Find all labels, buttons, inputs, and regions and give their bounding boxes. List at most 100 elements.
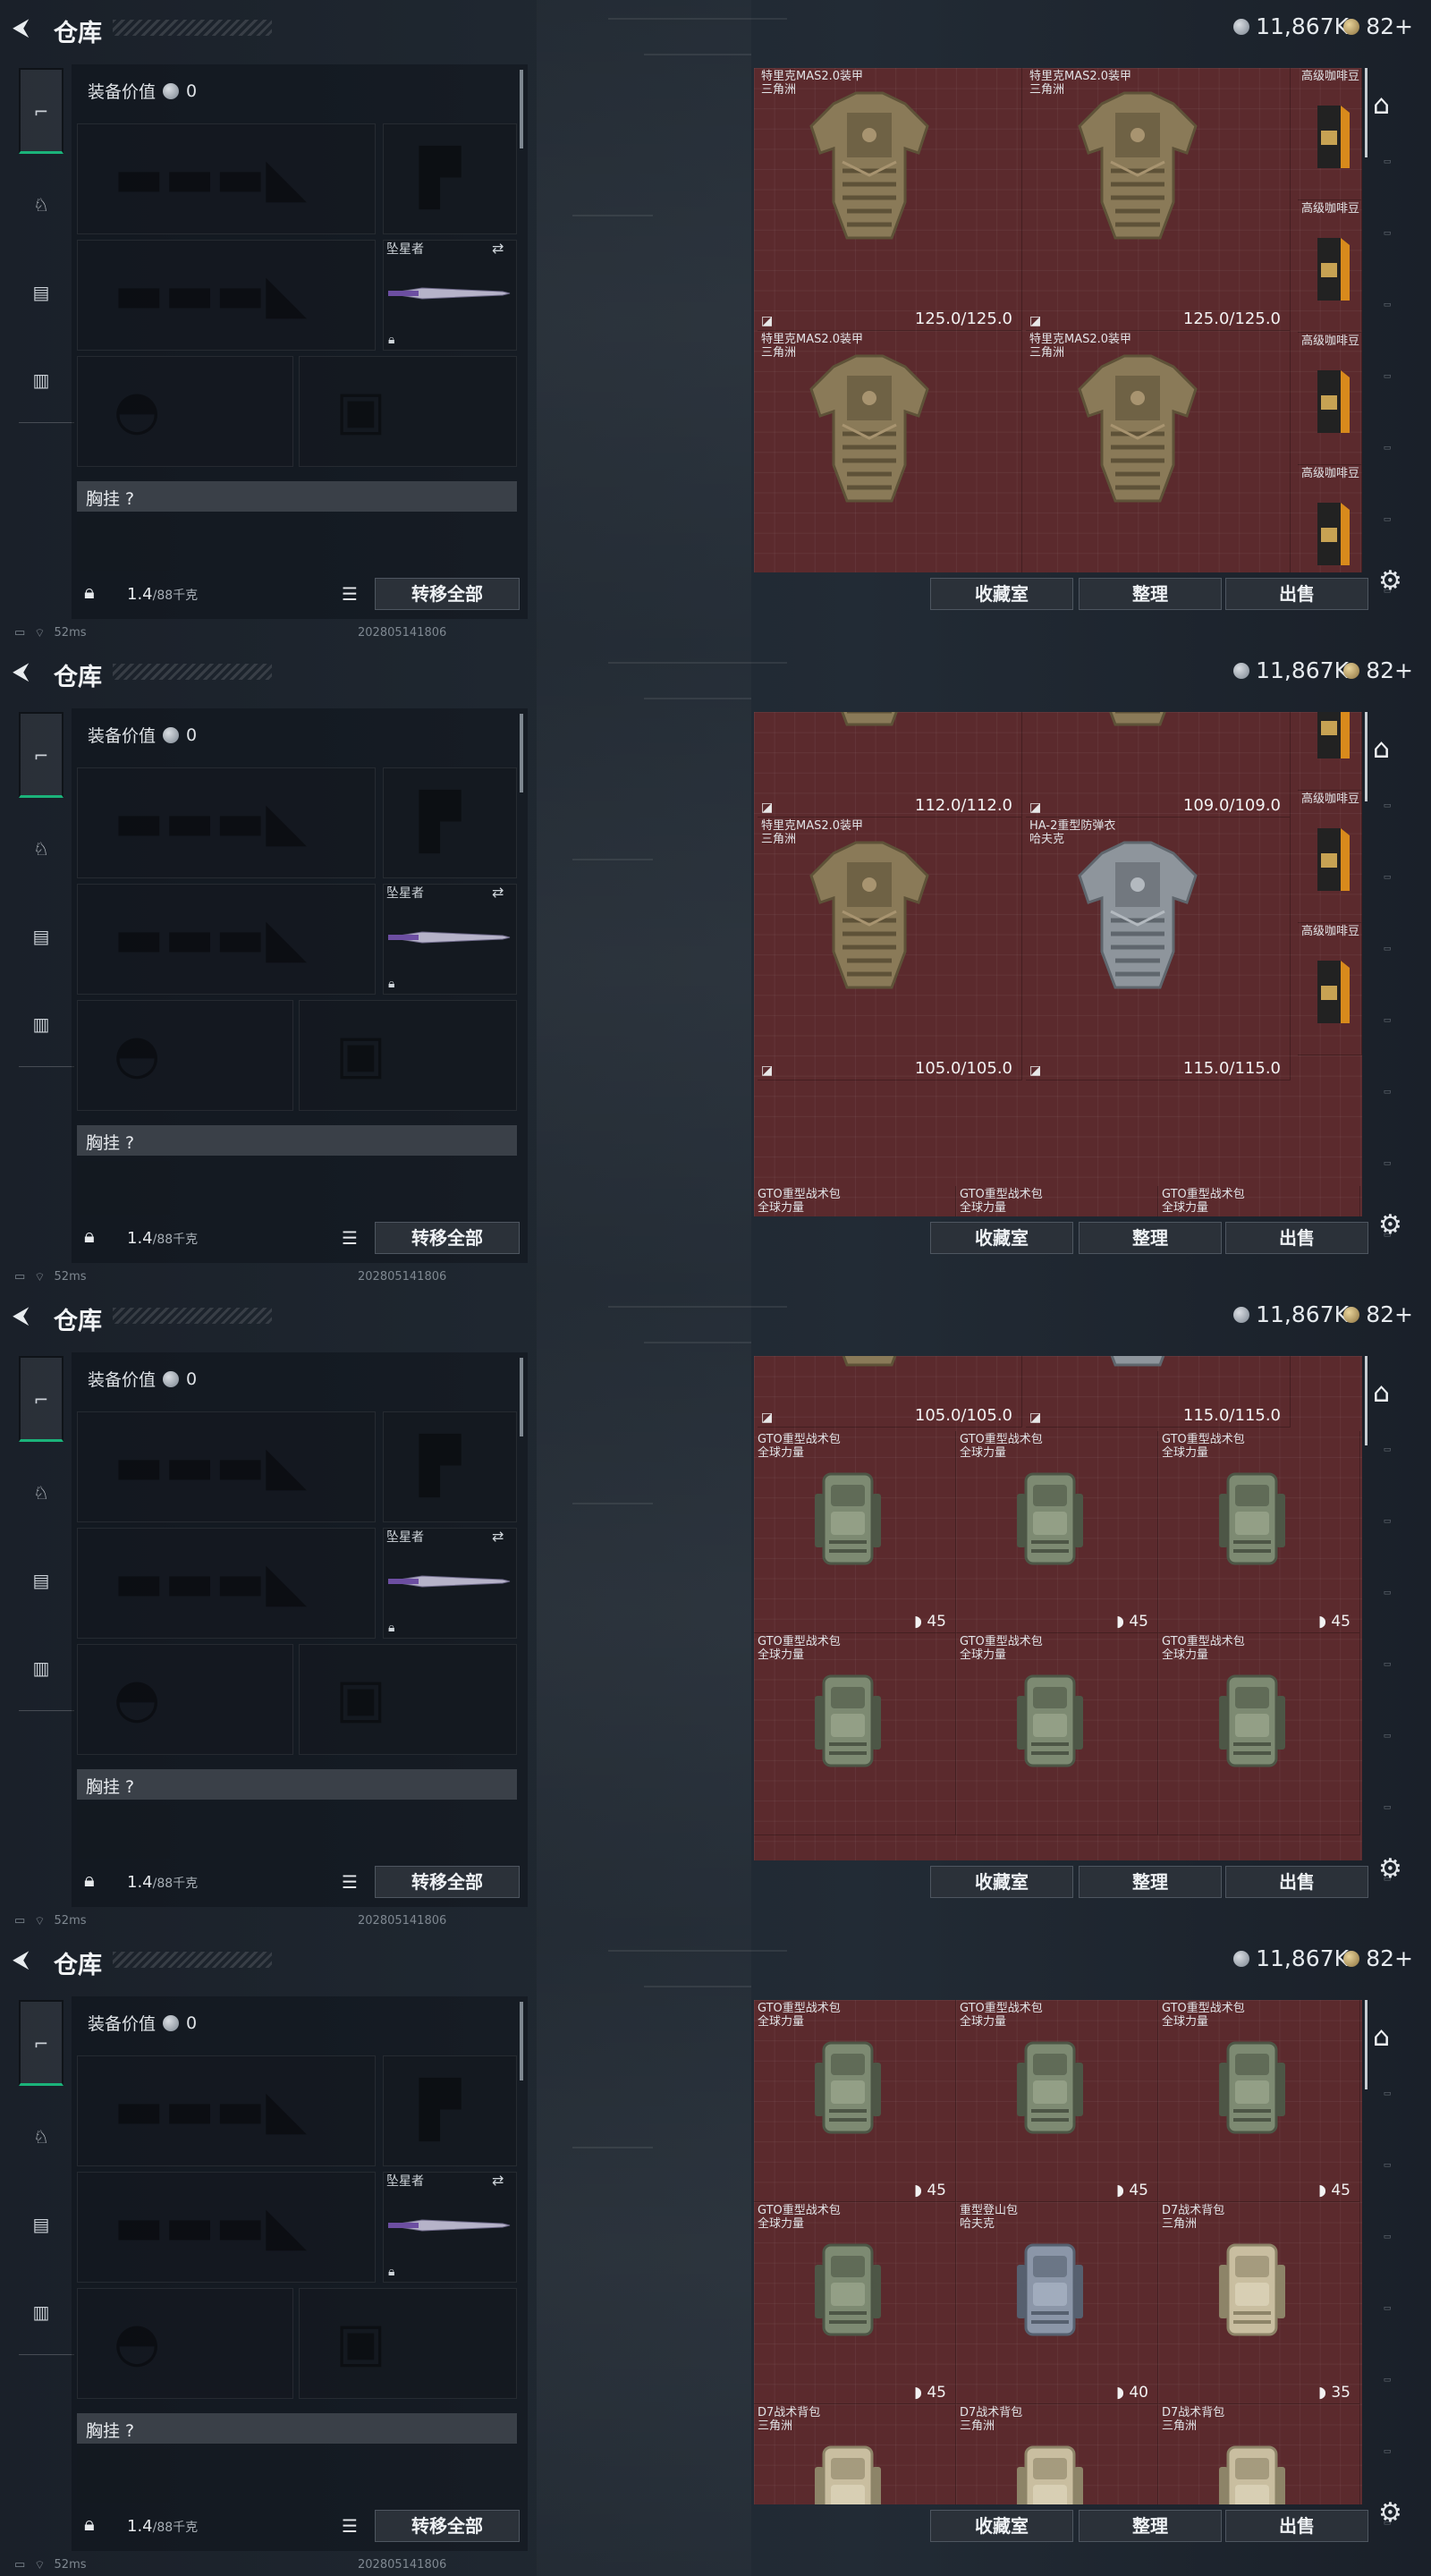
primary-weapon-slot[interactable]: ▬▬▬◣ bbox=[77, 2055, 376, 2166]
backpack-item[interactable]: GTO重型战术包 全球力量 bbox=[754, 1186, 956, 1216]
sell-button[interactable]: 出售 bbox=[1225, 2510, 1368, 2542]
back-arrow-icon[interactable]: ⮜ bbox=[13, 1304, 36, 1327]
transfer-all-button[interactable]: 转移全部 bbox=[375, 578, 520, 610]
backpack-item[interactable]: D7战术背包 三角洲 ◗ 35 bbox=[1158, 2202, 1360, 2404]
weight-lock-icon[interactable]: 🔒︎ bbox=[84, 2513, 95, 2536]
coffee-item[interactable]: 高级咖啡豆 bbox=[1298, 333, 1362, 465]
backpack-item[interactable]: D7战术背包 三角洲 bbox=[1158, 2404, 1360, 2504]
sidearm-slot[interactable]: ▛ bbox=[383, 1411, 517, 1522]
loadout-scrollbar[interactable] bbox=[520, 70, 523, 148]
backpack-item[interactable]: GTO重型战术包 全球力量 ◗ 45 bbox=[1158, 1431, 1360, 1633]
back-arrow-icon[interactable]: ⮜ bbox=[13, 660, 36, 683]
filter-category-icon[interactable]: ▭ bbox=[1374, 444, 1401, 453]
loadout-scrollbar[interactable] bbox=[520, 1358, 523, 1436]
filter-category-icon[interactable]: ▭ bbox=[1374, 1732, 1401, 1741]
gold-currency[interactable]: 82+ bbox=[1343, 13, 1413, 39]
armor-slot[interactable]: ▣ bbox=[299, 1644, 517, 1755]
secondary-weapon-slot[interactable]: ▬▬▬◣ bbox=[77, 1528, 376, 1639]
helmet-icon[interactable]: ♘ bbox=[30, 193, 53, 216]
sidearm-slot[interactable]: ▛ bbox=[383, 123, 517, 234]
backpack-item[interactable]: GTO重型战术包 全球力量 ◗ 45 bbox=[754, 2000, 956, 2202]
secondary-weapon-slot[interactable]: ▬▬▬◣ bbox=[77, 884, 376, 995]
filter-rail-scrollbar[interactable] bbox=[1365, 68, 1367, 157]
stash-item[interactable]: 特里克MAS2.0装甲 三角洲 105.0/105.0 ◪ bbox=[758, 817, 1022, 1080]
filter-rail-scrollbar[interactable] bbox=[1365, 1356, 1367, 1445]
filter-category-icon[interactable]: ▭ bbox=[1374, 1589, 1401, 1597]
stash-item[interactable]: 特里克MAS2.0装甲 三角洲 bbox=[1026, 331, 1291, 572]
gold-currency[interactable]: 82+ bbox=[1343, 1301, 1413, 1327]
backpack-item[interactable]: GTO重型战术包 全球力量 bbox=[754, 1633, 956, 1835]
stash-item[interactable]: 112.0/112.0 ◪ bbox=[758, 712, 1022, 818]
backpack-icon[interactable]: ▤ bbox=[30, 1569, 53, 1592]
backpack-icon[interactable]: ▤ bbox=[30, 925, 53, 948]
filter-category-icon[interactable]: ▭ bbox=[1374, 801, 1401, 810]
backpack-item[interactable]: GTO重型战术包 全球力量 ◗ 45 bbox=[956, 1431, 1158, 1633]
coffee-item[interactable]: 高级咖啡豆 bbox=[1298, 712, 1362, 791]
backpack-item[interactable]: GTO重型战术包 全球力量 ◗ 45 bbox=[1158, 2000, 1360, 2202]
backpack-item[interactable]: GTO重型战术包 全球力量 ◗ 45 bbox=[754, 1431, 956, 1633]
stash-item[interactable]: 109.0/109.0 ◪ bbox=[1026, 712, 1291, 818]
armor-slot[interactable]: ▣ bbox=[299, 2288, 517, 2399]
chest-rig-slot[interactable] bbox=[77, 2449, 170, 2503]
backpack-item[interactable]: 重型登山包 哈夫克 ◗ 40 bbox=[956, 2202, 1158, 2404]
filter-category-icon[interactable]: ▭ bbox=[1374, 2089, 1401, 2098]
pistol-icon[interactable]: ⌐ bbox=[30, 100, 53, 123]
helmet-slot[interactable]: ◓ bbox=[77, 2288, 293, 2399]
weight-lock-icon[interactable]: 🔒︎ bbox=[84, 581, 95, 604]
helmet-icon[interactable]: ♘ bbox=[30, 2125, 53, 2148]
chest-rig-slot[interactable] bbox=[77, 517, 170, 571]
collection-room-button[interactable]: 收藏室 bbox=[930, 2510, 1073, 2542]
primary-weapon-slot[interactable]: ▬▬▬◣ bbox=[77, 1411, 376, 1522]
primary-weapon-slot[interactable]: ▬▬▬◣ bbox=[77, 767, 376, 878]
coffee-item[interactable]: 高级咖啡豆 bbox=[1298, 465, 1362, 572]
filter-category-icon[interactable]: ▭ bbox=[1374, 372, 1401, 381]
sell-button[interactable]: 出售 bbox=[1225, 1222, 1368, 1254]
filter-category-icon[interactable]: ▭ bbox=[1374, 1803, 1401, 1812]
swap-icon[interactable]: ⇄ bbox=[492, 2172, 504, 2189]
briefcase-icon[interactable]: ▥ bbox=[30, 369, 53, 392]
helmet-slot[interactable]: ◓ bbox=[77, 356, 293, 467]
sell-button[interactable]: 出售 bbox=[1225, 1866, 1368, 1898]
secondary-weapon-slot[interactable]: ▬▬▬◣ bbox=[77, 2172, 376, 2283]
stash-item[interactable]: 特里克MAS2.0装甲 三角洲 125.0/125.0 ◪ bbox=[758, 68, 1022, 331]
organize-button[interactable]: 整理 bbox=[1079, 1866, 1222, 1898]
briefcase-icon[interactable]: ▥ bbox=[30, 1657, 53, 1680]
swap-icon[interactable]: ⇄ bbox=[492, 884, 504, 901]
briefcase-icon[interactable]: ▥ bbox=[30, 2301, 53, 2324]
filter-category-icon[interactable]: ▭ bbox=[1374, 2304, 1401, 2313]
transfer-all-button[interactable]: 转移全部 bbox=[375, 1222, 520, 1254]
filter-category-icon[interactable]: ▭ bbox=[1374, 2376, 1401, 2385]
coffee-item[interactable]: 高级咖啡豆 bbox=[1298, 200, 1362, 333]
filter-category-icon[interactable]: ▭ bbox=[1374, 1517, 1401, 1526]
sell-button[interactable]: 出售 bbox=[1225, 578, 1368, 610]
stash-home-icon[interactable]: ⌂ bbox=[1373, 89, 1390, 121]
sidearm-slot[interactable]: ▛ bbox=[383, 767, 517, 878]
pistol-icon[interactable]: ⌐ bbox=[30, 2032, 53, 2055]
loadout-scrollbar[interactable] bbox=[520, 714, 523, 792]
stash-item[interactable]: 105.0/105.0 ◪ bbox=[758, 1356, 1022, 1428]
list-icon[interactable]: ☰ bbox=[342, 1871, 358, 1893]
swap-icon[interactable]: ⇄ bbox=[492, 240, 504, 257]
back-arrow-icon[interactable]: ⮜ bbox=[13, 1948, 36, 1971]
backpack-item[interactable]: GTO重型战术包 全球力量 bbox=[956, 1633, 1158, 1835]
secondary-weapon-slot[interactable]: ▬▬▬◣ bbox=[77, 240, 376, 351]
weight-lock-icon[interactable]: 🔒︎ bbox=[84, 1225, 95, 1248]
filter-category-icon[interactable]: ▭ bbox=[1374, 1660, 1401, 1669]
chest-rig-header[interactable]: 胸挂 ? bbox=[77, 2413, 517, 2444]
pistol-icon[interactable]: ⌐ bbox=[30, 744, 53, 767]
backpack-item[interactable]: GTO重型战术包 全球力量 bbox=[956, 1186, 1158, 1216]
organize-button[interactable]: 整理 bbox=[1079, 578, 1222, 610]
stash-home-icon[interactable]: ⌂ bbox=[1373, 733, 1390, 765]
backpack-icon[interactable]: ▤ bbox=[30, 2213, 53, 2236]
swap-icon[interactable]: ⇄ bbox=[492, 1528, 504, 1545]
filter-category-icon[interactable]: ▭ bbox=[1374, 2447, 1401, 2456]
organize-button[interactable]: 整理 bbox=[1079, 1222, 1222, 1254]
chest-rig-slot[interactable] bbox=[77, 1161, 170, 1215]
backpack-item[interactable]: GTO重型战术包 全球力量 bbox=[1158, 1633, 1360, 1835]
stash-home-icon[interactable]: ⌂ bbox=[1373, 2021, 1390, 2053]
filter-category-icon[interactable]: ▭ bbox=[1374, 157, 1401, 166]
filter-category-icon[interactable]: ▭ bbox=[1374, 229, 1401, 238]
filter-rail-scrollbar[interactable] bbox=[1365, 2000, 1367, 2089]
backpack-item[interactable]: GTO重型战术包 全球力量 bbox=[1158, 1186, 1360, 1216]
helmet-icon[interactable]: ♘ bbox=[30, 837, 53, 860]
